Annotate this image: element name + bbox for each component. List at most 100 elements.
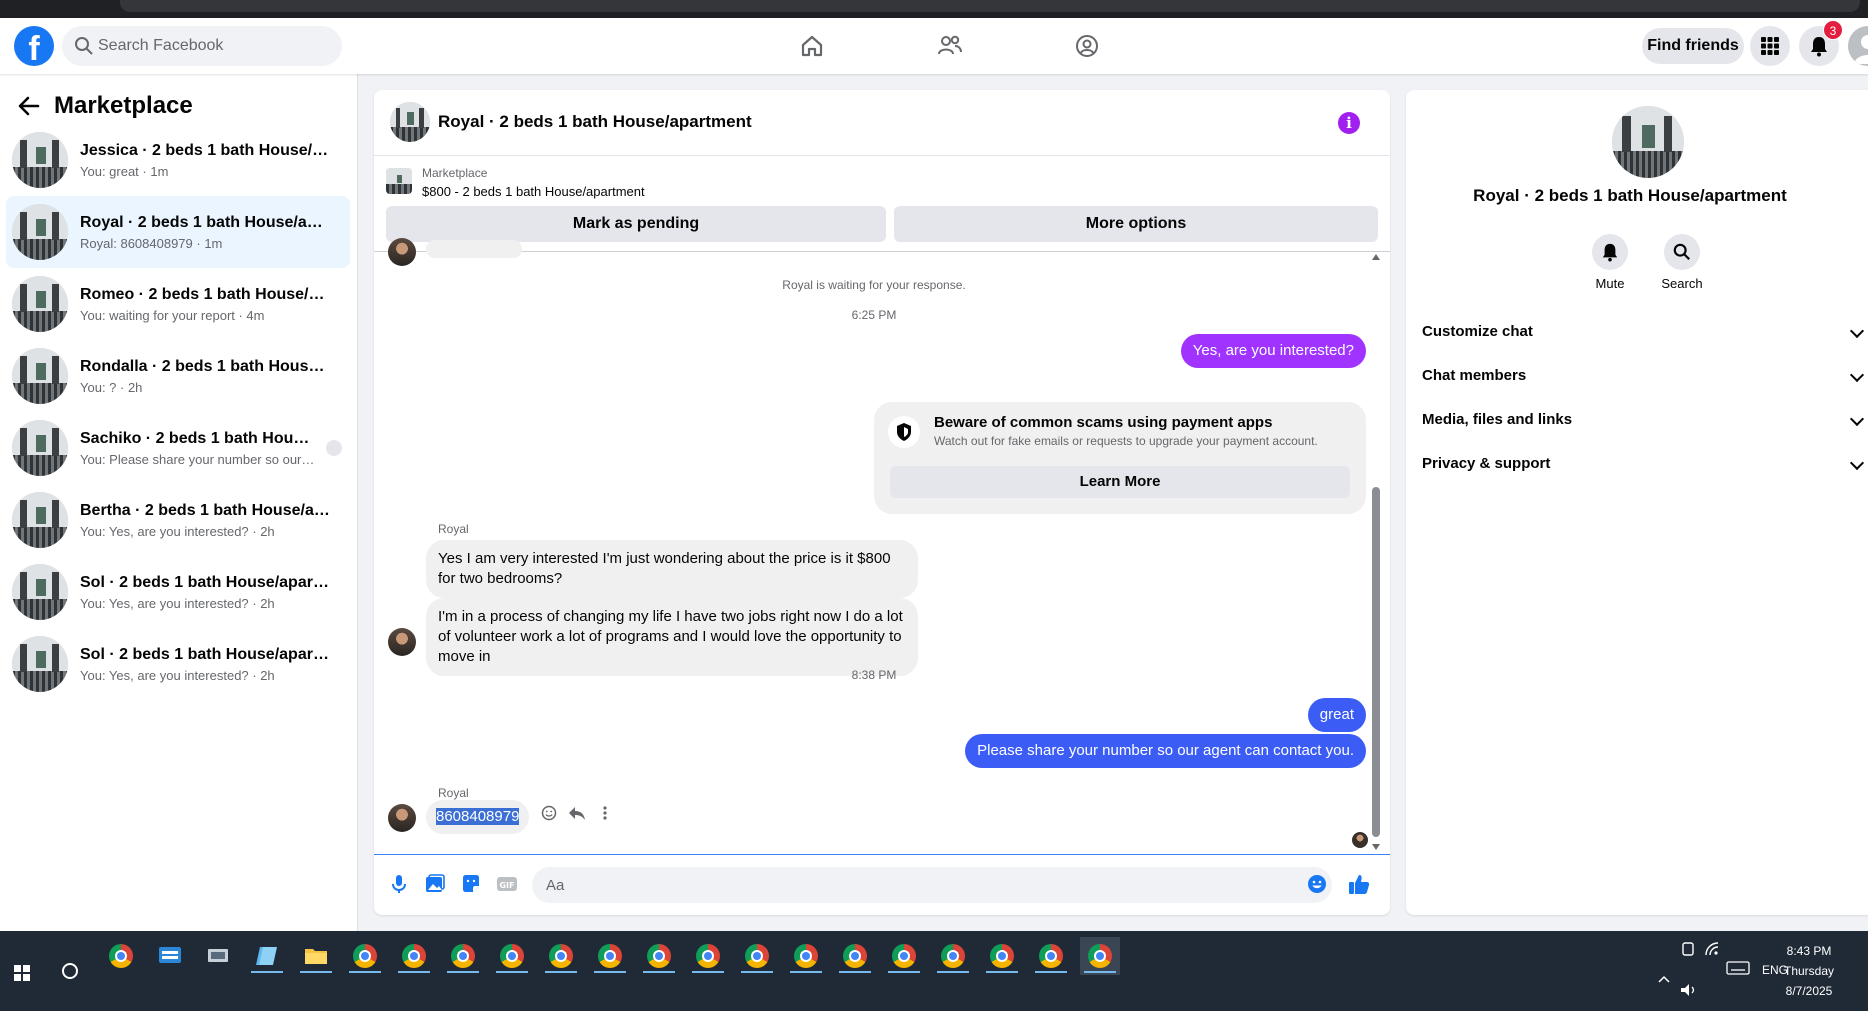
conversation-item[interactable]: Romeo · 2 beds 1 bath House/apartment You…	[6, 268, 350, 340]
taskbar-app-chrome[interactable]	[884, 937, 924, 975]
mark-as-pending-button[interactable]: Mark as pending	[386, 206, 886, 242]
more-vertical-icon[interactable]	[596, 804, 614, 822]
taskbar-app-device[interactable]	[198, 937, 238, 975]
search-conversation-button[interactable]: Search	[1652, 234, 1712, 291]
chrome-icon	[109, 944, 133, 968]
listing-thumbnail	[12, 636, 68, 692]
cortana-icon[interactable]	[62, 963, 78, 979]
conversation-item[interactable]: Rondalla · 2 beds 1 bath House/apartment…	[6, 340, 350, 412]
taskbar-app-keyboard[interactable]	[150, 937, 190, 975]
address-bar[interactable]	[120, 0, 1860, 12]
taskbar-app-chrome[interactable]	[443, 937, 483, 975]
system-clock[interactable]: 8:43 PM Thursday 8/7/2025	[1774, 941, 1844, 1001]
row-label: Privacy & support	[1422, 455, 1551, 472]
emoji-icon[interactable]	[1306, 873, 1328, 895]
taskbar-app-chrome[interactable]	[639, 937, 679, 975]
taskbar-app-chrome[interactable]	[1031, 937, 1071, 975]
taskbar-app-chrome[interactable]	[345, 937, 385, 975]
chat-listing-thumbnail[interactable]	[390, 102, 430, 142]
conversation-item[interactable]: Sol · 2 beds 1 bath House/apartment You: …	[6, 628, 350, 700]
nav-home[interactable]	[762, 18, 862, 74]
gif-icon[interactable]: GIF	[496, 873, 518, 895]
photo-icon[interactable]	[424, 873, 446, 895]
outgoing-message[interactable]: great	[1307, 698, 1366, 732]
volume-icon[interactable]	[1680, 983, 1698, 997]
scroll-down-arrow[interactable]	[1372, 844, 1380, 850]
incoming-message[interactable]: I'm in a process of changing my life I h…	[426, 598, 918, 676]
notifications-button[interactable]: 3	[1799, 20, 1843, 66]
conversation-item-active[interactable]: Royal · 2 beds 1 bath House/apartment Roy…	[6, 196, 350, 268]
device-tray-icon[interactable]	[1680, 941, 1696, 957]
mute-button[interactable]: Mute	[1580, 234, 1640, 291]
menu-button[interactable]	[1750, 26, 1790, 66]
chat-members-row[interactable]: Chat members	[1422, 354, 1865, 398]
listing-price[interactable]: $800 - 2 beds 1 bath House/apartment	[422, 184, 645, 199]
chrome-icon	[1088, 944, 1112, 968]
nav-groups[interactable]	[1037, 18, 1137, 74]
react-emoji-icon[interactable]	[540, 804, 558, 822]
incoming-message[interactable]: Yes I am very interested I'm just wonder…	[426, 540, 918, 598]
taskbar-app-chrome[interactable]	[492, 937, 532, 975]
taskbar-app-chrome[interactable]	[541, 937, 581, 975]
profile-avatar[interactable]	[1848, 26, 1868, 66]
taskbar-app-file-explorer[interactable]	[296, 937, 336, 975]
nav-friends[interactable]	[900, 18, 1000, 74]
media-files-links-row[interactable]: Media, files and links	[1422, 398, 1865, 442]
taskbar-app-chrome[interactable]	[737, 937, 777, 975]
message-input[interactable]	[532, 867, 1332, 903]
thumbs-up-icon[interactable]	[1348, 873, 1370, 895]
microphone-icon[interactable]	[388, 873, 410, 895]
taskbar-app-chrome-active[interactable]	[1080, 937, 1120, 975]
home-icon	[801, 35, 823, 57]
chevron-up-icon[interactable]	[1658, 975, 1670, 983]
conversation-item[interactable]: Bertha · 2 beds 1 bath House/apartment Yo…	[6, 484, 350, 556]
taskbar-app-chrome[interactable]	[982, 937, 1022, 975]
chat-title[interactable]: Royal · 2 beds 1 bath House/apartment	[438, 112, 752, 132]
taskbar-app-chrome[interactable]	[394, 937, 434, 975]
listing-bar: Marketplace $800 - 2 beds 1 bath House/a…	[374, 156, 1390, 252]
reply-icon[interactable]	[568, 804, 586, 822]
scroll-up-arrow[interactable]	[1372, 254, 1380, 260]
back-arrow-icon[interactable]	[14, 91, 44, 121]
keyboard-tray-icon[interactable]	[1726, 961, 1750, 975]
conversation-item[interactable]: Sachiko · 2 beds 1 bath House/apartment Y…	[6, 412, 350, 484]
conversation-item[interactable]: Jessica · 2 beds 1 bath House/apartment Y…	[6, 124, 350, 196]
selected-phone-number[interactable]: 8608408979	[436, 808, 520, 825]
taskbar-app-chrome[interactable]	[101, 937, 141, 975]
bell-icon	[1602, 243, 1618, 262]
sticker-icon[interactable]	[460, 873, 482, 895]
search-box[interactable]	[62, 26, 342, 66]
scrollbar-thumb[interactable]	[1372, 487, 1380, 837]
taskbar-app-chrome[interactable]	[590, 937, 630, 975]
learn-more-button[interactable]: Learn More	[890, 466, 1350, 498]
search-icon	[75, 37, 93, 55]
outgoing-message[interactable]: Please share your number so our agent ca…	[965, 734, 1366, 768]
customize-chat-row[interactable]: Customize chat	[1422, 310, 1865, 354]
outgoing-message[interactable]: Yes, are you interested?	[1180, 334, 1366, 368]
conversation-preview: Royal: 8608408979 · 1m	[80, 235, 223, 251]
facebook-logo[interactable]: f	[14, 26, 54, 66]
windows-start-icon[interactable]	[14, 965, 30, 981]
find-friends-button[interactable]: Find friends	[1642, 28, 1744, 64]
conversation-preview: You: ? · 2h	[80, 379, 143, 395]
message-thread[interactable]: Royal is waiting for your response. 6:25…	[374, 238, 1390, 852]
privacy-support-row[interactable]: Privacy & support	[1422, 442, 1865, 486]
taskbar-app-chrome[interactable]	[786, 937, 826, 975]
taskbar-app-chrome[interactable]	[835, 937, 875, 975]
info-listing-thumbnail[interactable]	[1612, 106, 1684, 178]
search-input[interactable]	[98, 26, 328, 66]
info-icon[interactable]: i	[1338, 112, 1360, 134]
taskbar-app-notes[interactable]	[247, 937, 287, 975]
seen-avatar-icon	[326, 440, 342, 456]
top-navigation-bar: f Find friends 3	[0, 18, 1868, 74]
network-icon[interactable]	[1704, 941, 1722, 957]
taskbar-app-chrome[interactable]	[933, 937, 973, 975]
taskbar-app-chrome[interactable]	[688, 937, 728, 975]
conversation-title: Sachiko · 2 beds 1 bath House/apartment	[80, 429, 316, 447]
sidebar-header: Marketplace	[14, 88, 193, 124]
more-options-button[interactable]: More options	[894, 206, 1378, 242]
conversation-item[interactable]: Sol · 2 beds 1 bath House/apartment You: …	[6, 556, 350, 628]
incoming-message-phone[interactable]: 8608408979	[426, 800, 530, 834]
menu-grid-icon	[1761, 37, 1779, 55]
listing-mini-thumbnail[interactable]	[386, 168, 412, 194]
